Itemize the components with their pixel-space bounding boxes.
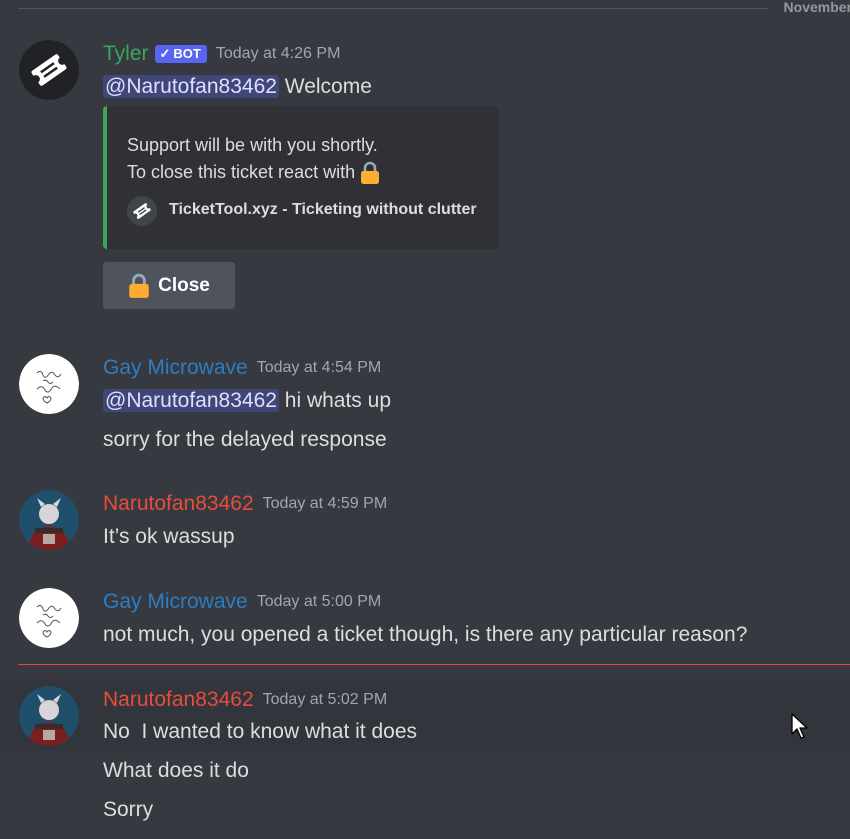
username-tyler[interactable]: Tyler [103, 42, 149, 65]
avatar-gay-microwave[interactable] [19, 354, 79, 414]
mouse-cursor-icon [791, 713, 808, 739]
avatar-narutofan[interactable] [19, 686, 79, 746]
avatar-tyler[interactable] [19, 40, 79, 100]
embed-line-2: To close this ticket react with [127, 159, 380, 186]
chat-messages: November Tyler ✓ BOT Today at 4:26 PM @Naru… [0, 0, 850, 839]
avatar-narutofan[interactable] [19, 490, 79, 550]
timestamp[interactable]: Today at 4:54 PM [257, 359, 382, 376]
message-header: Narutofan83462 Today at 5:02 PM [103, 688, 387, 712]
mention[interactable]: @Narutofan83462 [103, 75, 279, 98]
message-content: not much, you opened a ticket though, is… [103, 623, 748, 646]
timestamp[interactable]: Today at 4:59 PM [263, 495, 388, 512]
avatar-image [19, 354, 79, 414]
avatar-gay-microwave[interactable] [19, 588, 79, 648]
message-content: @Narutofan83462 Welcome [103, 75, 372, 98]
check-icon: ✓ [159, 46, 171, 61]
message-header: Gay Microwave Today at 4:54 PM [103, 356, 381, 380]
embed-line-1: Support will be with you shortly. [127, 135, 378, 155]
date-divider: November [18, 0, 850, 18]
message-header: Narutofan83462 Today at 4:59 PM [103, 492, 387, 516]
close-button-label: Close [158, 274, 210, 296]
message-header: Tyler ✓ BOT Today at 4:26 PM [103, 42, 340, 66]
message-content: sorry for the delayed response [103, 428, 387, 451]
username-gay-microwave[interactable]: Gay Microwave [103, 356, 248, 379]
avatar-image [19, 588, 79, 648]
ticket-icon [127, 196, 157, 226]
username-narutofan[interactable]: Narutofan83462 [103, 688, 254, 711]
ticket-icon [19, 40, 79, 100]
username-gay-microwave[interactable]: Gay Microwave [103, 590, 248, 613]
message-header: Gay Microwave Today at 5:00 PM [103, 590, 381, 614]
avatar-image [19, 686, 79, 746]
avatar-image [19, 490, 79, 550]
embed-description: Support will be with you shortly. To clo… [127, 132, 380, 186]
message-content: What does it do [103, 759, 249, 782]
embed: Support will be with you shortly. To clo… [103, 106, 499, 249]
lock-icon [129, 273, 149, 298]
embed-footer: TicketTool.xyz - Ticketing without clutt… [169, 201, 477, 218]
close-ticket-button[interactable]: Close [103, 262, 235, 309]
timestamp[interactable]: Today at 4:26 PM [216, 45, 341, 62]
timestamp[interactable]: Today at 5:02 PM [263, 691, 388, 708]
lock-icon [361, 162, 380, 185]
timestamp[interactable]: Today at 5:00 PM [257, 593, 382, 610]
date-divider-label: November [783, 0, 850, 15]
mention[interactable]: @Narutofan83462 [103, 389, 279, 412]
new-messages-divider [18, 664, 850, 665]
message-content: @Narutofan83462 hi whats up [103, 389, 392, 412]
message-content: Sorry [103, 798, 154, 821]
message-content: It’s ok wassup [103, 525, 235, 548]
bot-tag: ✓ BOT [154, 45, 207, 63]
message-content: No I wanted to know what it does [103, 720, 418, 743]
username-narutofan[interactable]: Narutofan83462 [103, 492, 254, 515]
